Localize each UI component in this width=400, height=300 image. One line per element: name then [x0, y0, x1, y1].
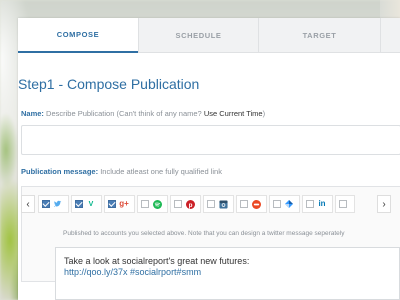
account-twitter[interactable]: [38, 195, 69, 213]
tab-schedule[interactable]: SCHEDULE: [138, 18, 258, 53]
message-hint: Include atleast one fully qualified link: [100, 167, 222, 176]
tab-compose[interactable]: COMPOSE: [18, 18, 138, 53]
name-label: Name:: [21, 109, 44, 118]
account-google-plus[interactable]: g+: [104, 195, 135, 213]
account-instagram[interactable]: [203, 195, 234, 213]
page-title: Step1 - Compose Publication: [18, 76, 200, 92]
account-pinterest[interactable]: p: [170, 195, 201, 213]
tab-target[interactable]: TARGET: [258, 18, 380, 53]
account-checkbox[interactable]: [240, 200, 248, 208]
name-label-row: Name: Describe Publication (Can't think …: [21, 109, 265, 118]
tab-bar: COMPOSE SCHEDULE TARGET: [18, 18, 400, 53]
google-plus-icon: g+: [119, 199, 129, 208]
delicious-icon: [284, 199, 294, 209]
svg-text:p: p: [188, 201, 192, 208]
account-checkbox[interactable]: [42, 200, 50, 208]
message-line-2: http://qoo.ly/37x #socialrport#smm: [64, 267, 202, 277]
account-checkbox[interactable]: [75, 200, 83, 208]
account-checkbox[interactable]: [273, 200, 281, 208]
publish-note: Published to accounts you selected above…: [63, 230, 345, 237]
account-linkedin[interactable]: in: [302, 195, 333, 213]
account-selector: ‹ V g+ p in ›: [21, 191, 400, 217]
account-stumbleupon[interactable]: [236, 195, 267, 213]
tab-overflow[interactable]: [380, 18, 400, 53]
account-checkbox[interactable]: [141, 200, 149, 208]
twitter-icon: [53, 199, 63, 209]
use-current-time-link[interactable]: Use Current Time: [204, 109, 263, 118]
spotify-icon: [152, 199, 162, 209]
instagram-icon: [218, 199, 228, 209]
scroll-left-button[interactable]: ‹: [21, 195, 35, 213]
message-line-1: Take a look at socialreport's great new …: [64, 256, 250, 266]
account-checkbox[interactable]: [339, 200, 347, 208]
account-spotify[interactable]: [137, 195, 168, 213]
account-checkbox[interactable]: [306, 200, 314, 208]
account-checkbox[interactable]: [108, 200, 116, 208]
message-label: Publication message:: [21, 167, 99, 176]
pinterest-icon: p: [185, 199, 195, 209]
vine-icon: V: [88, 200, 94, 208]
account-vine[interactable]: V: [71, 195, 102, 213]
message-label-row: Publication message: Include atleast one…: [21, 167, 222, 176]
account-more[interactable]: [335, 195, 355, 213]
name-hint-close: ): [262, 109, 266, 118]
name-input[interactable]: [21, 125, 400, 155]
account-checkbox[interactable]: [207, 200, 215, 208]
account-checkbox[interactable]: [174, 200, 182, 208]
scroll-right-button[interactable]: ›: [377, 195, 391, 213]
stumbleupon-icon: [251, 199, 261, 209]
linkedin-icon: in: [318, 199, 326, 208]
name-hint: Describe Publication (Can't think of any…: [46, 109, 202, 118]
account-delicious[interactable]: [269, 195, 300, 213]
